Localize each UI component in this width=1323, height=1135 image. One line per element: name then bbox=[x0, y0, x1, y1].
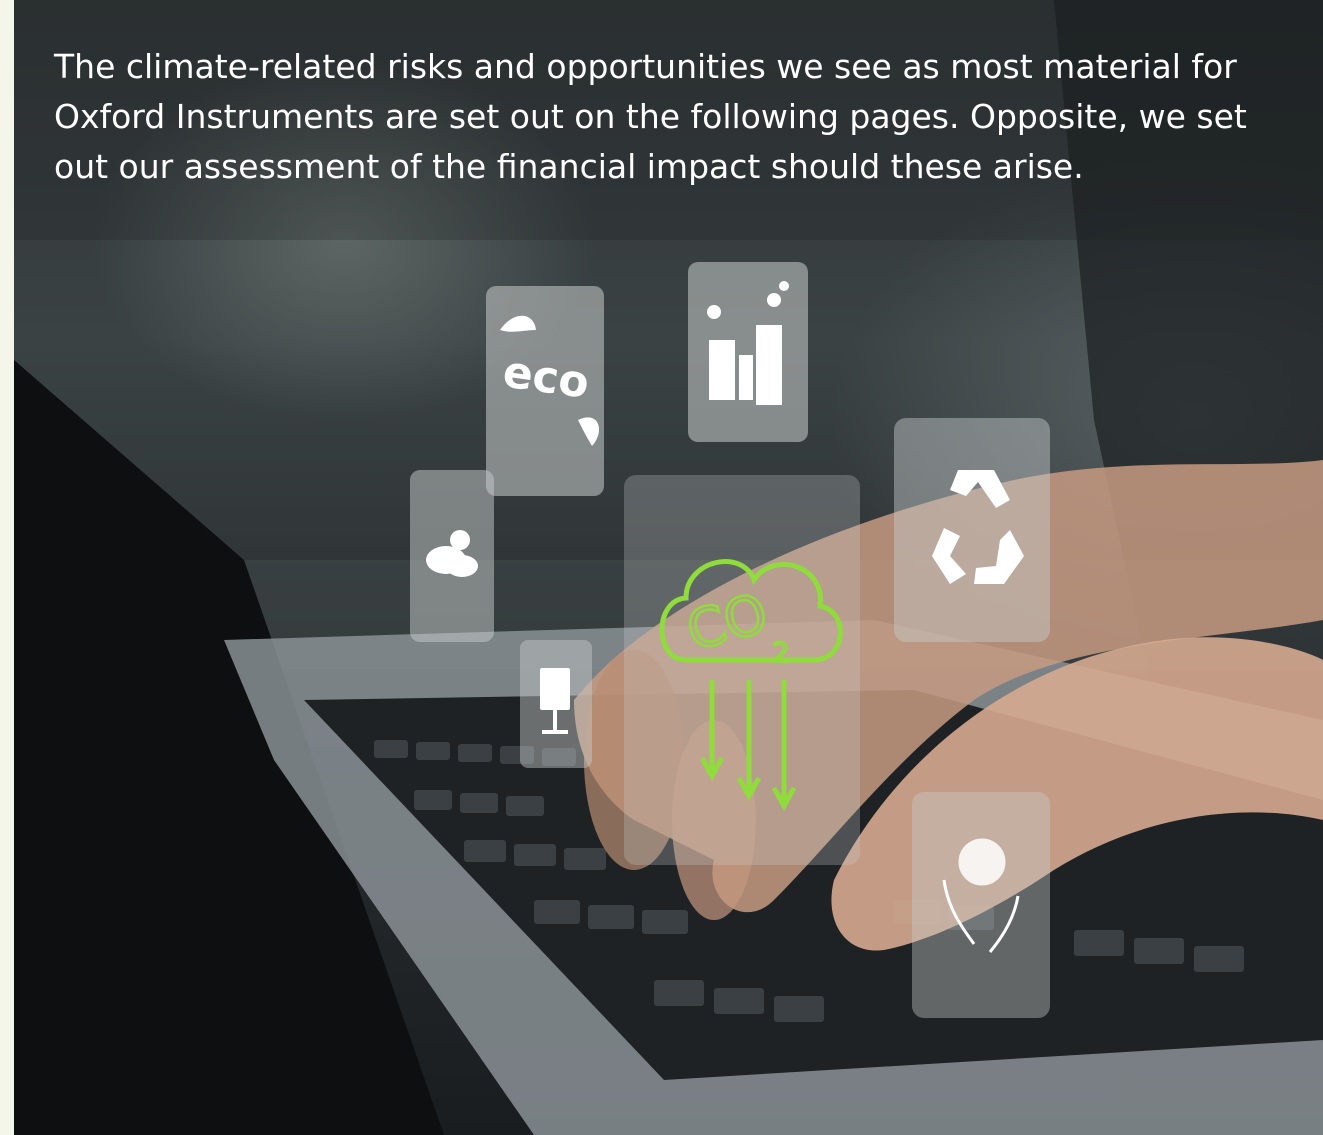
eco-tile: eco bbox=[486, 286, 604, 496]
hands-globe-tile bbox=[912, 792, 1050, 1018]
factory-tile bbox=[688, 262, 808, 442]
recycle-tile bbox=[894, 418, 1050, 642]
solar-tile bbox=[520, 640, 592, 768]
intro-text: The climate-related risks and opportunit… bbox=[54, 47, 1247, 186]
weather-tile bbox=[410, 470, 494, 642]
left-margin-strip bbox=[0, 0, 14, 1135]
co2-tile: CO 2 bbox=[624, 475, 860, 865]
climate-photo: eco CO 2 The climate-related risks and o… bbox=[14, 0, 1323, 1135]
co2-subscript: 2 bbox=[772, 636, 790, 669]
